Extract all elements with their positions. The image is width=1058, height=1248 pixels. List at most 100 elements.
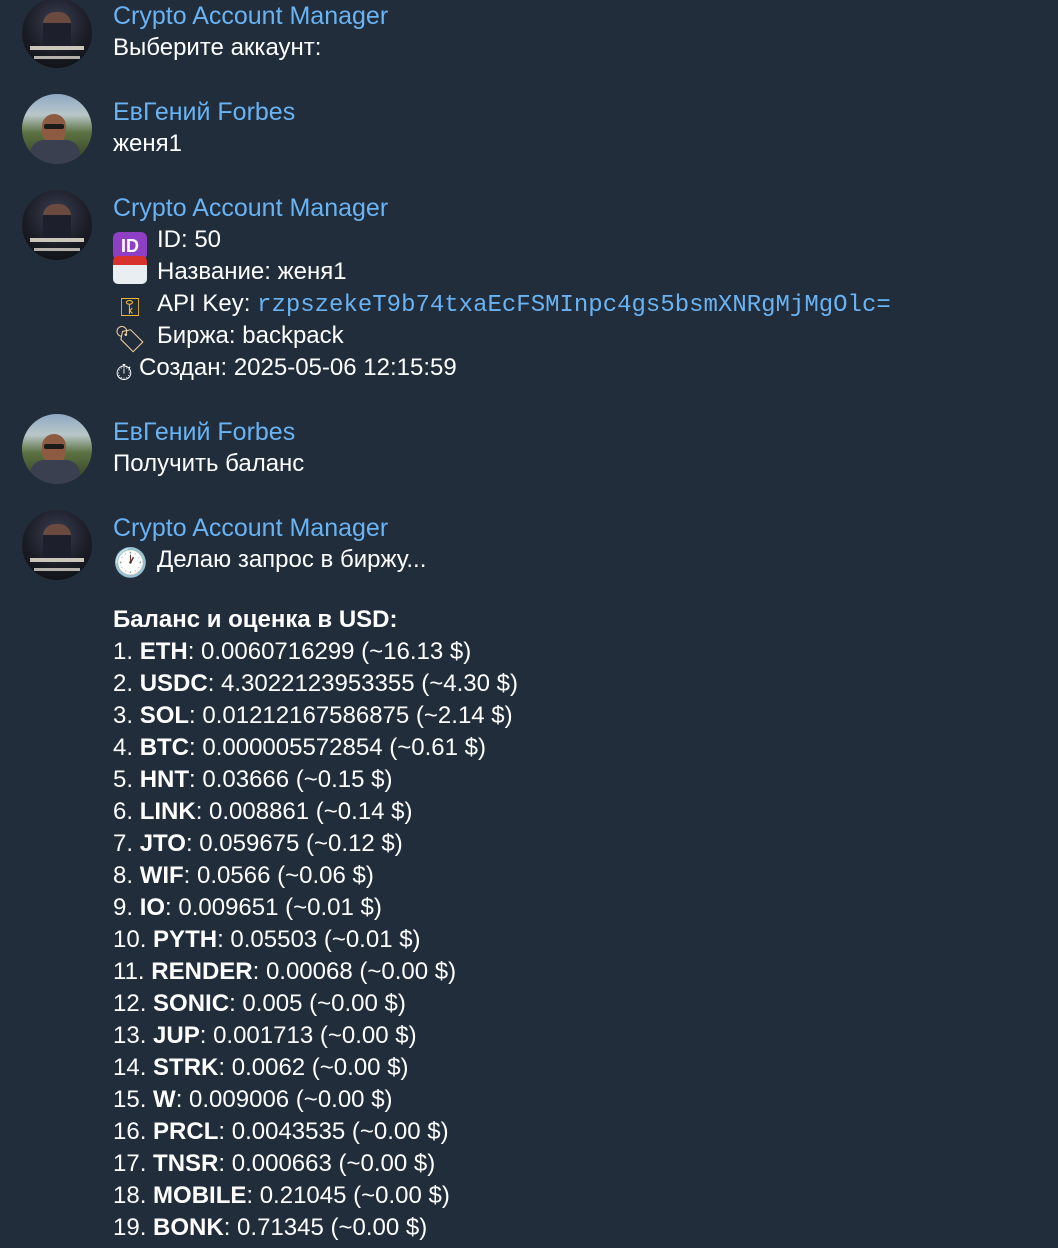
balance-ticker: RENDER: [151, 958, 253, 985]
exchange-line: 🏷 Биржа: backpack: [113, 320, 891, 354]
balance-index: 19.: [113, 1214, 147, 1241]
api-key-line: ⚿ API Key: rzpszekeT9b74txaEcFSMInpc4gs5b…: [113, 288, 891, 322]
account-id: ID: 50: [157, 226, 222, 253]
bot-avatar[interactable]: [22, 510, 92, 580]
created-line: ⏱ Создан: 2025-05-06 12:15:59: [113, 352, 891, 385]
balance-amount: : 0.0060716299 (~16.13 $): [187, 638, 472, 665]
sender-name[interactable]: ЕвГений Forbes: [113, 96, 295, 128]
pending-line: 🕐 Делаю запрос в биржу...: [113, 544, 518, 578]
balance-ticker: LINK: [139, 798, 196, 825]
sender-name[interactable]: ЕвГений Forbes: [113, 416, 304, 448]
balance-amount: : 0.059675 (~0.12 $): [185, 830, 403, 857]
balance-row: 4. BTC: 0.000005572854 (~0.61 $): [113, 732, 518, 764]
balance-index: 9.: [113, 894, 134, 921]
balance-row: 16. PRCL: 0.0043535 (~0.00 $): [113, 1116, 518, 1148]
key-emoji-icon: ⚿: [120, 292, 140, 322]
balance-ticker: TNSR: [153, 1150, 219, 1177]
balance-amount: : 0.00068 (~0.00 $): [252, 958, 457, 985]
balance-amount: : 0.05503 (~0.01 $): [217, 926, 421, 953]
sender-name[interactable]: Crypto Account Manager: [113, 192, 891, 224]
sender-name[interactable]: Crypto Account Manager: [113, 0, 388, 32]
balance-ticker: PYTH: [153, 926, 218, 953]
exchange-name: Биржа: backpack: [157, 322, 344, 349]
balance-index: 6.: [113, 798, 134, 825]
api-key-value[interactable]: rzpszekeT9b74txaEcFSMInpc4gs5bsmXNRgMjMg…: [257, 292, 891, 319]
message-text: Выберите аккаунт:: [113, 34, 322, 61]
balance-row: 10. PYTH: 0.05503 (~0.01 $): [113, 924, 518, 956]
balance-ticker: USDC: [139, 670, 208, 697]
balance-row: 8. WIF: 0.0566 (~0.06 $): [113, 860, 518, 892]
balance-index: 10.: [113, 926, 147, 953]
balance-row: 12. SONIC: 0.005 (~0.00 $): [113, 988, 518, 1020]
label-tag-emoji-icon: 🏷: [113, 324, 147, 354]
bot-avatar[interactable]: [22, 190, 92, 260]
balance-ticker: MOBILE: [153, 1182, 247, 1209]
account-name-line: Название: женя1: [113, 256, 891, 288]
balance-row: 19. BONK: 0.71345 (~0.00 $): [113, 1212, 518, 1244]
stopwatch-emoji-icon: ⏱: [115, 360, 133, 385]
balance-amount: : 4.3022123953355 (~4.30 $): [207, 670, 518, 697]
balance-index: 14.: [113, 1054, 147, 1081]
balance-amount: : 0.0566 (~0.06 $): [183, 862, 374, 889]
balance-amount: : 0.009006 (~0.00 $): [175, 1086, 393, 1113]
balance-index: 13.: [113, 1022, 147, 1049]
name-badge-emoji-icon: [113, 256, 147, 284]
balance-ticker: SONIC: [153, 990, 230, 1017]
balance-index: 4.: [113, 734, 134, 761]
balance-index: 8.: [113, 862, 134, 889]
balance-amount: : 0.01212167586875 (~2.14 $): [189, 702, 513, 729]
balance-amount: : 0.71345 (~0.00 $): [223, 1214, 428, 1241]
balance-amount: : 0.005 (~0.00 $): [229, 990, 406, 1017]
bot-avatar[interactable]: [22, 0, 92, 68]
balance-index: 17.: [113, 1150, 147, 1177]
balance-index: 5.: [113, 766, 134, 793]
balance-row: 2. USDC: 4.3022123953355 (~4.30 $): [113, 668, 518, 700]
pending-text: Делаю запрос в биржу...: [157, 546, 427, 573]
balance-row: 5. HNT: 0.03666 (~0.15 $): [113, 764, 518, 796]
balance-row: 17. TNSR: 0.000663 (~0.00 $): [113, 1148, 518, 1180]
balance-ticker: W: [153, 1086, 176, 1113]
created-date: Создан: 2025-05-06 12:15:59: [139, 354, 457, 381]
user-avatar[interactable]: [22, 94, 92, 164]
balance-ticker: JUP: [153, 1022, 200, 1049]
balance-ticker: STRK: [153, 1054, 219, 1081]
balance-ticker: BTC: [139, 734, 190, 761]
balance-amount: : 0.03666 (~0.15 $): [189, 766, 393, 793]
account-name: Название: женя1: [157, 258, 347, 285]
balance-ticker: HNT: [139, 766, 190, 793]
balance-row: 6. LINK: 0.008861 (~0.14 $): [113, 796, 518, 828]
balance-row: 18. MOBILE: 0.21045 (~0.00 $): [113, 1180, 518, 1212]
balance-amount: : 0.000005572854 (~0.61 $): [189, 734, 486, 761]
balance-row: 7. JTO: 0.059675 (~0.12 $): [113, 828, 518, 860]
balance-index: 7.: [113, 830, 134, 857]
balance-amount: : 0.0043535 (~0.00 $): [218, 1118, 449, 1145]
balance-title: Баланс и оценка в USD:: [113, 606, 398, 633]
balance-row: 13. JUP: 0.001713 (~0.00 $): [113, 1020, 518, 1052]
balance-row: 1. ETH: 0.0060716299 (~16.13 $): [113, 636, 518, 668]
balance-index: 16.: [113, 1118, 147, 1145]
user-avatar[interactable]: [22, 414, 92, 484]
balance-ticker: BONK: [153, 1214, 224, 1241]
balance-amount: : 0.001713 (~0.00 $): [199, 1022, 417, 1049]
balance-index: 1.: [113, 638, 134, 665]
balance-index: 2.: [113, 670, 134, 697]
balance-ticker: WIF: [139, 862, 184, 889]
balance-amount: : 0.21045 (~0.00 $): [246, 1182, 450, 1209]
balance-ticker: JTO: [139, 830, 186, 857]
balance-index: 18.: [113, 1182, 147, 1209]
balance-row: 3. SOL: 0.01212167586875 (~2.14 $): [113, 700, 518, 732]
balance-ticker: PRCL: [153, 1118, 219, 1145]
balance-ticker: ETH: [139, 638, 188, 665]
balance-row: 9. IO: 0.009651 (~0.01 $): [113, 892, 518, 924]
balance-amount: : 0.009651 (~0.01 $): [165, 894, 382, 921]
balance-index: 12.: [113, 990, 147, 1017]
balance-index: 11.: [113, 958, 145, 985]
balance-list: 1. ETH: 0.0060716299 (~16.13 $) 2. USDC: …: [113, 636, 518, 1244]
balance-amount: : 0.000663 (~0.00 $): [218, 1150, 436, 1177]
balance-ticker: IO: [139, 894, 166, 921]
balance-ticker: SOL: [139, 702, 190, 729]
sender-name[interactable]: Crypto Account Manager: [113, 512, 518, 544]
balance-row: 15. W: 0.009006 (~0.00 $): [113, 1084, 518, 1116]
api-key-label: API Key:: [157, 290, 258, 317]
clock-emoji-icon: 🕐: [113, 547, 148, 578]
